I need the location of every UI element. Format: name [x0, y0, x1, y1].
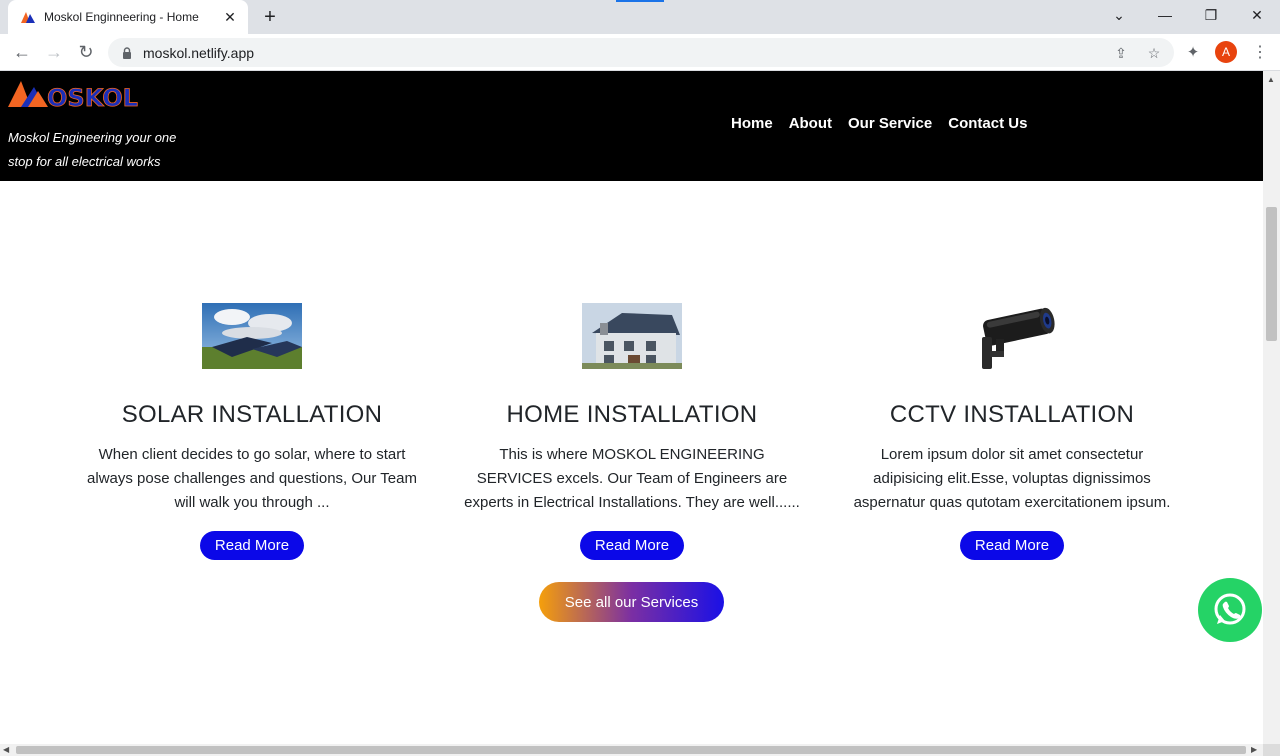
browser-tab-bar: Moskol Enginneering - Home ✕ + ⌄ — ❐ ✕	[0, 0, 1280, 34]
service-description: Lorem ipsum dolor sit amet consectetur a…	[853, 446, 1171, 511]
vertical-scrollbar[interactable]: ▲	[1263, 71, 1280, 744]
house-image	[582, 303, 682, 369]
scroll-left-arrow-icon[interactable]: ◀	[3, 745, 9, 754]
read-more-button[interactable]: Read More	[579, 531, 685, 560]
whatsapp-chat-button[interactable]	[1198, 578, 1262, 642]
nav-our-service[interactable]: Our Service	[848, 115, 932, 132]
address-bar[interactable]: moskol.netlify.app ⇪ ☆	[108, 38, 1174, 67]
site-header: OSKOL Moskol Engineering your one stop f…	[0, 71, 1263, 181]
profile-avatar[interactable]: A	[1215, 41, 1237, 63]
nav-about[interactable]: About	[789, 115, 832, 132]
solar-panels-image	[202, 303, 302, 369]
moskol-logo[interactable]: OSKOL	[8, 79, 160, 111]
service-description: When client decides to go solar, where t…	[87, 446, 417, 511]
page-viewport: OSKOL Moskol Engineering your one stop f…	[0, 71, 1263, 744]
extensions-puzzle-icon[interactable]: ✦	[1183, 42, 1203, 62]
vertical-scrollbar-thumb[interactable]	[1266, 207, 1277, 341]
minimize-icon[interactable]: —	[1142, 0, 1188, 30]
service-description: This is where MOSKOL ENGINEERING SERVICE…	[464, 446, 800, 511]
close-tab-icon[interactable]: ✕	[222, 9, 238, 25]
back-icon[interactable]: ←	[8, 38, 36, 66]
whatsapp-icon	[1214, 593, 1246, 625]
service-title: HOME INSTALLATION	[506, 401, 758, 428]
window-close-icon[interactable]: ✕	[1234, 0, 1280, 30]
tab-search-icon[interactable]: ⌄	[1096, 0, 1142, 30]
browser-tab[interactable]: Moskol Enginneering - Home ✕	[8, 0, 248, 34]
browser-menu-icon[interactable]: ⋮	[1252, 42, 1268, 62]
cctv-camera-image	[962, 303, 1062, 369]
nav-contact-us[interactable]: Contact Us	[948, 115, 1027, 132]
bookmark-star-icon[interactable]: ☆	[1145, 44, 1163, 62]
main-nav: Home About Our Service Contact Us	[731, 115, 1027, 132]
reload-icon[interactable]: ↻	[72, 38, 100, 66]
service-title: SOLAR INSTALLATION	[121, 401, 383, 428]
read-more-button[interactable]: Read More	[959, 531, 1065, 560]
tab-title: Moskol Enginneering - Home	[44, 10, 199, 24]
scroll-up-arrow-icon[interactable]: ▲	[1267, 75, 1275, 84]
see-all-services-button[interactable]: See all our Services	[539, 582, 724, 622]
scrollbar-corner	[1263, 744, 1280, 756]
restore-icon[interactable]: ❐	[1188, 0, 1234, 30]
nav-home[interactable]: Home	[731, 115, 773, 132]
browser-toolbar: ← → ↻ moskol.netlify.app ⇪ ☆ ✦ A ⋮	[0, 34, 1280, 71]
lock-icon	[123, 46, 131, 59]
site-favicon-icon	[21, 12, 35, 23]
logo-text: OSKOL	[47, 84, 138, 111]
url-text: moskol.netlify.app	[143, 44, 255, 61]
service-card-cctv: CCTV INSTALLATION Lorem ipsum dolor sit …	[832, 303, 1192, 560]
tab-indicator	[616, 0, 664, 2]
service-card-home: HOME INSTALLATION This is where MOSKOL E…	[452, 303, 812, 560]
service-title: CCTV INSTALLATION	[889, 401, 1135, 428]
service-card-solar: SOLAR INSTALLATION When client decides t…	[72, 303, 432, 560]
forward-icon[interactable]: →	[40, 38, 68, 66]
scroll-right-arrow-icon[interactable]: ▶	[1251, 745, 1257, 754]
new-tab-icon[interactable]: +	[258, 5, 282, 29]
horizontal-scrollbar-thumb[interactable]	[16, 746, 1246, 754]
share-icon[interactable]: ⇪	[1112, 44, 1130, 62]
site-tagline: Moskol Engineering your one stop for all…	[8, 130, 177, 169]
read-more-button[interactable]: Read More	[199, 531, 305, 560]
horizontal-scrollbar[interactable]: ◀ ▶	[0, 744, 1263, 756]
